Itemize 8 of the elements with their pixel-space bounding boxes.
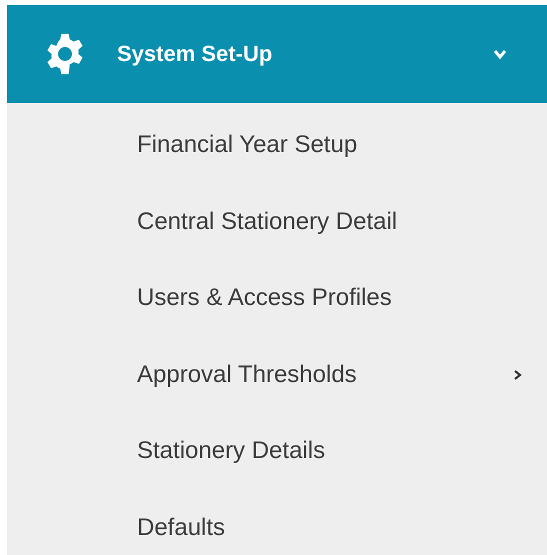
submenu-item[interactable]: Approval Thresholds: [137, 360, 513, 389]
submenu-item[interactable]: Stationery Details: [137, 437, 523, 466]
submenu-item[interactable]: Financial Year Setup: [137, 131, 523, 160]
menu-title: System Set-Up: [117, 41, 274, 67]
submenu-item[interactable]: Defaults: [137, 514, 523, 542]
submenu-item[interactable]: Central Stationery Detail: [137, 208, 523, 236]
menu-header[interactable]: System Set-Up: [7, 5, 547, 103]
submenu-item[interactable]: Users & Access Profiles: [137, 284, 523, 312]
